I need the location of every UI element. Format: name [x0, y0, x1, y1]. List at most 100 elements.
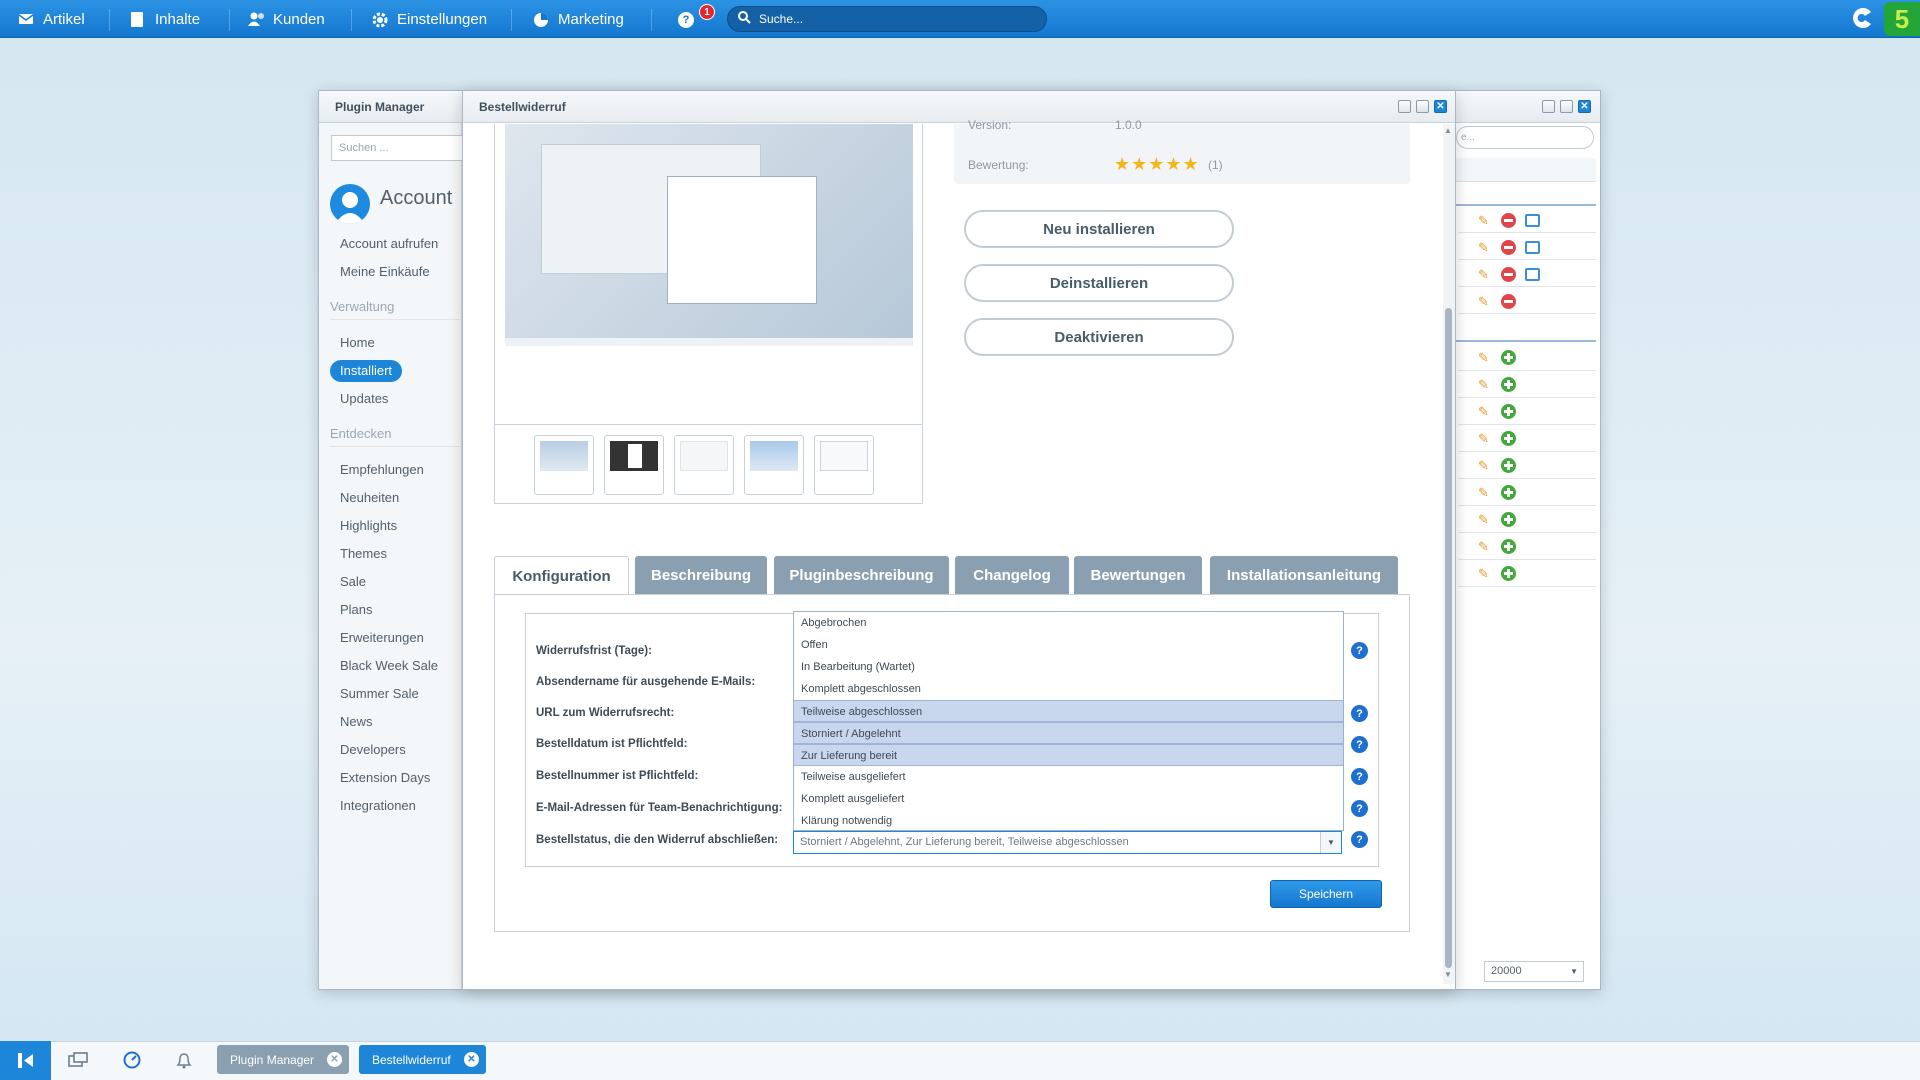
reinstall-button[interactable]: Neu installieren: [964, 210, 1234, 248]
edit-icon[interactable]: ✎: [1478, 458, 1492, 473]
edit-icon[interactable]: ✎: [1478, 539, 1492, 554]
windows-icon[interactable]: [68, 1052, 88, 1071]
sidebar-link-home[interactable]: Home: [340, 335, 375, 350]
sidebar-link-meine-einkaeufe[interactable]: Meine Einkäufe: [340, 264, 430, 279]
status-option[interactable]: In Bearbeitung (Wartet): [794, 656, 1343, 678]
menu-einstellungen[interactable]: Einstellungen: [372, 0, 487, 38]
sidebar-link-sale[interactable]: Sale: [340, 574, 366, 589]
maximize-button[interactable]: [1560, 100, 1573, 113]
task-plugin-manager[interactable]: Plugin Manager ✕: [217, 1045, 349, 1074]
edit-icon[interactable]: ✎: [1478, 566, 1492, 581]
status-option[interactable]: Offen: [794, 634, 1343, 656]
sidebar-link-extension-days[interactable]: Extension Days: [340, 770, 430, 785]
status-combo-input[interactable]: Storniert / Abgelehnt, Zur Lieferung ber…: [793, 831, 1342, 854]
status-option[interactable]: Teilweise abgeschlossen: [794, 700, 1343, 722]
global-search-input[interactable]: Suche...: [727, 6, 1047, 32]
add-icon[interactable]: [1501, 431, 1516, 446]
edit-icon[interactable]: ✎: [1478, 512, 1492, 527]
close-icon[interactable]: ✕: [464, 1052, 479, 1067]
sidebar-link-updates[interactable]: Updates: [340, 391, 388, 406]
tab-changelog[interactable]: Changelog: [955, 556, 1069, 594]
page-size-select[interactable]: 20000 ▼: [1484, 961, 1584, 982]
sidebar-search-input[interactable]: Suchen ...: [331, 135, 463, 161]
add-icon[interactable]: [1501, 377, 1516, 392]
remove-icon[interactable]: [1501, 240, 1516, 255]
list-search-input[interactable]: e...: [1456, 126, 1594, 149]
sidebar-link-plans[interactable]: Plans: [340, 602, 373, 617]
sidebar-link-themes[interactable]: Themes: [340, 546, 387, 561]
tab-konfiguration[interactable]: Konfiguration: [494, 556, 629, 596]
logout-button[interactable]: [0, 1041, 51, 1080]
maximize-button[interactable]: [1416, 100, 1429, 113]
edit-icon[interactable]: ✎: [1478, 267, 1492, 282]
sidebar-link-developers[interactable]: Developers: [340, 742, 406, 757]
edit-icon[interactable]: ✎: [1478, 377, 1492, 392]
status-option[interactable]: Klärung notwendig: [794, 810, 1343, 830]
dashboard-icon[interactable]: [123, 1051, 141, 1072]
minimize-button[interactable]: [1542, 100, 1555, 113]
tab-bewertungen[interactable]: Bewertungen: [1074, 556, 1202, 594]
sidebar-link-installiert[interactable]: Installiert: [340, 363, 392, 378]
sidebar-link-black-week-sale[interactable]: Black Week Sale: [340, 658, 438, 673]
menu-artikel[interactable]: Artikel: [18, 0, 85, 38]
sidebar-link-empfehlungen[interactable]: Empfehlungen: [340, 462, 424, 477]
help-icon[interactable]: ?: [678, 12, 694, 28]
status-option[interactable]: Teilweise ausgeliefert: [794, 766, 1343, 788]
help-icon[interactable]: ?: [1351, 831, 1368, 848]
scrollbar-thumb[interactable]: [1445, 308, 1452, 968]
close-button[interactable]: ✕: [1434, 100, 1447, 113]
chevron-down-icon[interactable]: ▼: [1320, 832, 1341, 853]
thumbnail[interactable]: [534, 435, 594, 495]
scroll-down-icon[interactable]: ▼: [1444, 970, 1452, 979]
update-icon[interactable]: [1525, 268, 1540, 281]
menu-kunden[interactable]: Kunden: [248, 0, 325, 38]
tab-installationsanleitung[interactable]: Installationsanleitung: [1210, 556, 1398, 594]
edit-icon[interactable]: ✎: [1478, 240, 1492, 255]
sidebar-link-integrationen[interactable]: Integrationen: [340, 798, 416, 813]
edit-icon[interactable]: ✎: [1478, 294, 1492, 309]
sidebar-link-news[interactable]: News: [340, 714, 373, 729]
add-icon[interactable]: [1501, 566, 1516, 581]
close-button[interactable]: ✕: [1578, 100, 1591, 113]
menu-inhalte[interactable]: Inhalte: [130, 0, 200, 38]
deactivate-button[interactable]: Deaktivieren: [964, 318, 1234, 356]
remove-icon[interactable]: [1501, 213, 1516, 228]
add-icon[interactable]: [1501, 512, 1516, 527]
thumbnail[interactable]: [604, 435, 664, 495]
update-icon[interactable]: [1525, 214, 1540, 227]
menu-marketing[interactable]: Marketing: [533, 0, 624, 38]
add-icon[interactable]: [1501, 539, 1516, 554]
plugin-screenshot[interactable]: [505, 124, 913, 346]
tab-pluginbeschreibung[interactable]: Pluginbeschreibung: [774, 556, 949, 594]
save-button[interactable]: Speichern: [1270, 880, 1382, 908]
help-icon[interactable]: ?: [1351, 642, 1368, 659]
update-icon[interactable]: [1525, 241, 1540, 254]
sidebar-link-summer-sale[interactable]: Summer Sale: [340, 686, 419, 701]
edit-icon[interactable]: ✎: [1478, 213, 1492, 228]
status-option[interactable]: Zur Lieferung bereit: [794, 744, 1343, 766]
add-icon[interactable]: [1501, 485, 1516, 500]
sidebar-link-account-aufrufen[interactable]: Account aufrufen: [340, 236, 438, 251]
status-option[interactable]: Komplett ausgeliefert: [794, 788, 1343, 810]
remove-icon[interactable]: [1501, 267, 1516, 282]
status-option[interactable]: Abgebrochen: [794, 612, 1343, 634]
status-option[interactable]: Komplett abgeschlossen: [794, 678, 1343, 700]
help-icon[interactable]: ?: [1351, 800, 1368, 817]
tab-beschreibung[interactable]: Beschreibung: [635, 556, 767, 594]
add-icon[interactable]: [1501, 350, 1516, 365]
thumbnail[interactable]: [814, 435, 874, 495]
bell-icon[interactable]: [175, 1051, 193, 1072]
thumbnail[interactable]: [744, 435, 804, 495]
help-icon[interactable]: ?: [1351, 768, 1368, 785]
add-icon[interactable]: [1501, 458, 1516, 473]
remove-icon[interactable]: [1501, 294, 1516, 309]
minimize-button[interactable]: [1398, 100, 1411, 113]
status-option[interactable]: Storniert / Abgelehnt: [794, 722, 1343, 744]
scroll-up-icon[interactable]: ▲: [1444, 126, 1452, 135]
sidebar-link-erweiterungen[interactable]: Erweiterungen: [340, 630, 424, 645]
help-icon[interactable]: ?: [1351, 736, 1368, 753]
sidebar-link-neuheiten[interactable]: Neuheiten: [340, 490, 399, 505]
help-icon[interactable]: ?: [1351, 705, 1368, 722]
uninstall-button[interactable]: Deinstallieren: [964, 264, 1234, 302]
thumbnail[interactable]: [674, 435, 734, 495]
